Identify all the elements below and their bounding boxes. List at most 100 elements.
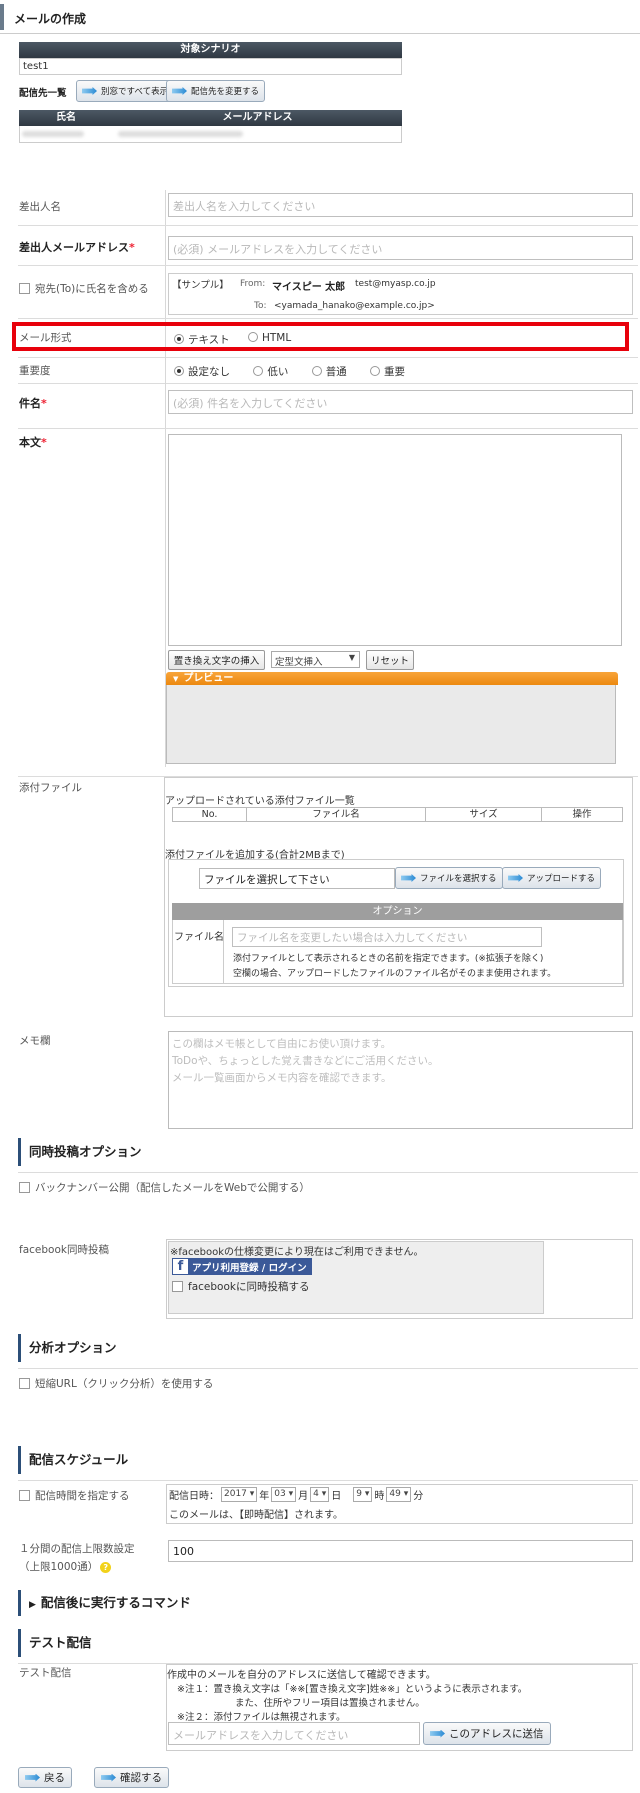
recipients-label: 配信先一覧 (19, 88, 67, 99)
day-select[interactable]: 4 ▾ (310, 1487, 330, 1502)
priority-none-radio[interactable] (174, 366, 184, 376)
year-select[interactable]: 2017 ▾ (221, 1487, 258, 1502)
minute-unit: 分 (413, 1491, 424, 1502)
preview-panel (166, 685, 616, 764)
fname-note2: 空欄の場合、アップロードしたファイルのファイル名がそのまま使用されます。 (233, 969, 557, 979)
fname-input[interactable]: ファイル名を変更したい場合は入力してください (232, 927, 542, 947)
template-select-value: 定型文挿入 (275, 657, 323, 668)
to-label: To: (254, 301, 267, 311)
memo-textarea[interactable]: この欄はメモ帳として自由にお使い頂けます。 ToDoや、ちょっとした覚え書きなど… (168, 1031, 633, 1129)
priority-low-radio[interactable] (253, 366, 264, 376)
upload-button[interactable]: アップロードする (502, 867, 602, 889)
priority-none-label: 設定なし (188, 366, 230, 378)
backnumber-label: バックナンバー公開（配信したメールをWebで公開する） (35, 1182, 310, 1194)
blurred-name (22, 131, 84, 137)
show-all-button[interactable]: 別窓ですべて表示 (76, 80, 175, 102)
body-textarea[interactable] (168, 434, 622, 646)
memo-line: ToDoや、ちょっとした覚え書きなどにご活用ください。 (172, 1055, 439, 1067)
fb-label: facebook同時投稿 (19, 1244, 109, 1256)
subject-input[interactable]: (必須) 件名を入力してください (168, 390, 633, 414)
test-label: テスト配信 (19, 1667, 72, 1679)
test-section-title: テスト配信 (18, 1629, 92, 1657)
insert-replace-button[interactable]: 置き換え文字の挿入 (168, 650, 265, 670)
attach-label: 添付ファイル (19, 782, 82, 794)
template-select[interactable]: 定型文挿入 ▼ (271, 651, 360, 668)
test-line4: ※注２：添付ファイルは無視されます。 (177, 1712, 346, 1723)
attach-list-title: アップロードされている添付ファイル一覧 (165, 796, 355, 807)
analysis-section-title: 分析オプション (18, 1334, 117, 1362)
priority-high-radio[interactable] (370, 366, 381, 376)
title-accent (0, 4, 4, 30)
priority-option-normal[interactable]: 普通 (311, 366, 347, 378)
memo-line: この欄はメモ帳として自由にお使い頂けます。 (172, 1038, 392, 1050)
test-line1: 作成中のメールを自分のアドレスに送信して確認できます。 (167, 1670, 436, 1681)
confirm-button[interactable]: 確認する (94, 1767, 169, 1788)
backnumber-checkbox[interactable] (19, 1182, 30, 1193)
test-line2: ※注１：置き換え文字は「※※[置き換え文字]姓※※」というように表示されます。 (177, 1684, 528, 1695)
hour-select[interactable]: 9 ▾ (353, 1487, 373, 1502)
year-unit: 年 (259, 1491, 270, 1502)
priority-option-high[interactable]: 重要 (370, 366, 405, 378)
sample-label: 【サンプル】 (172, 280, 229, 291)
from-email: test@myasp.co.jp (355, 279, 436, 289)
schedule-note: このメールは、【即時配信】されます。 (169, 1510, 343, 1521)
time-option[interactable]: 配信時間を指定する (19, 1488, 130, 1503)
priority-normal-radio[interactable] (311, 366, 322, 376)
col-email-header: メールアドレス (113, 110, 402, 126)
memo-label: メモ欄 (19, 1035, 51, 1047)
change-recipients-button[interactable]: 配信先を変更する (166, 80, 266, 102)
minute-value: 49 (389, 1489, 401, 1499)
option-header: オプション (172, 903, 623, 920)
month-select[interactable]: 03 ▾ (271, 1487, 297, 1502)
short-url-option[interactable]: 短縮URL（クリック分析）を使用する (19, 1376, 213, 1391)
reset-button[interactable]: リセット (366, 650, 414, 670)
sender-name-label: 差出人名 (19, 201, 61, 213)
attach-list-table: No. ファイル名 サイズ 操作 (172, 807, 623, 822)
col-action: 操作 (572, 809, 592, 820)
send-test-button[interactable]: このアドレスに送信 (423, 1722, 551, 1745)
preview-label: プレビュー (183, 673, 234, 684)
time-checkbox[interactable] (19, 1490, 30, 1501)
minute-select[interactable]: 49 ▾ (386, 1487, 412, 1502)
test-line3: また、住所やフリー項目は置換されません。 (235, 1698, 425, 1709)
backnumber-option[interactable]: バックナンバー公開（配信したメールをWebで公開する） (19, 1180, 310, 1195)
dropdown-arrow-icon: ▼ (348, 653, 355, 662)
schedule-section-title: 配信スケジュール (18, 1446, 128, 1474)
arrow-icon (25, 1773, 40, 1782)
short-url-checkbox[interactable] (19, 1378, 30, 1389)
limit-sub-text: （上限1000通） (19, 1561, 99, 1573)
command-section-title[interactable]: ▶ 配信後に実行するコマンド (18, 1590, 191, 1616)
help-icon[interactable]: ? (100, 1562, 112, 1573)
priority-normal-label: 普通 (325, 366, 347, 378)
required-mark: * (129, 241, 135, 254)
file-path-field[interactable]: ファイルを選択して下さい (199, 868, 395, 889)
fb-post-option[interactable]: facebookに同時投稿する (172, 1279, 309, 1294)
arrow-icon (172, 87, 187, 95)
select-file-button[interactable]: ファイルを選択する (395, 867, 503, 889)
priority-label: 重要度 (19, 365, 51, 377)
col-size: サイズ (426, 808, 542, 821)
priority-option-none[interactable]: 設定なし (174, 366, 230, 378)
to-name-label: 宛先(To)に氏名を含める (35, 283, 149, 295)
fb-post-checkbox[interactable] (172, 1281, 183, 1292)
arrow-icon (101, 1773, 116, 1782)
sender-name-input[interactable]: 差出人名を入力してください (168, 193, 633, 217)
body-label: 本文* (19, 434, 47, 450)
to-name-option[interactable]: 宛先(To)に氏名を含める (19, 281, 149, 296)
fb-login-button[interactable]: f アプリ利用登録 / ログイン (172, 1258, 312, 1275)
back-button[interactable]: 戻る (18, 1767, 72, 1788)
sender-email-label: 差出人メールアドレス* (19, 239, 135, 255)
sender-email-input[interactable]: (必須) メールアドレスを入力してください (168, 236, 633, 260)
scenario-value: test1 (19, 58, 402, 75)
datetime-row: 配信日時： 2017 ▾ 年 03 ▾ 月 4 ▾ 日 9 ▾ 時 49 ▾ 分 (169, 1487, 423, 1502)
col-no: No. (173, 808, 247, 821)
to-value: <yamada_hanako@example.co.jp> (274, 301, 435, 311)
priority-low-label: 低い (267, 366, 289, 378)
limit-input[interactable]: 100 (168, 1540, 633, 1562)
preview-header[interactable]: ▼ プレビュー (166, 672, 618, 685)
test-email-input[interactable]: メールアドレスを入力してください (168, 1722, 420, 1745)
to-name-checkbox[interactable] (19, 283, 30, 294)
arrow-icon (401, 874, 416, 882)
priority-option-low[interactable]: 低い (253, 366, 288, 378)
time-label: 配信時間を指定する (35, 1490, 130, 1502)
